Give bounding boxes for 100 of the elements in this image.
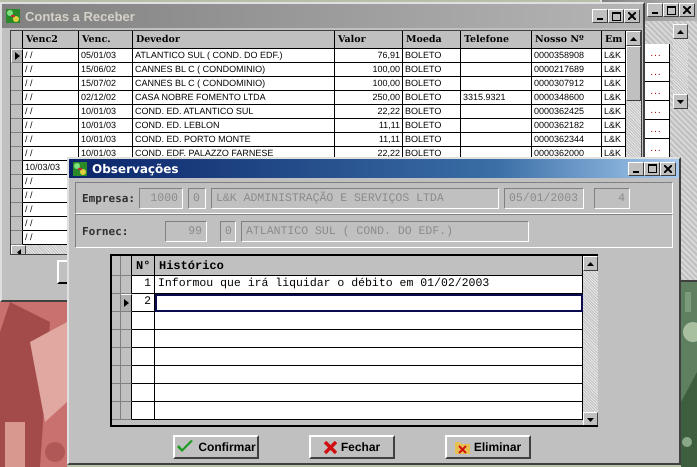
row-indicator[interactable] [11, 175, 23, 189]
scrollbar[interactable] [673, 24, 688, 109]
table-cell: 05/01/03 [79, 49, 133, 63]
table-cell: 11,11 [335, 133, 403, 147]
column-header[interactable]: Histórico [155, 256, 583, 276]
row-indicator[interactable] [121, 276, 132, 294]
close-button[interactable]: Fechar [309, 435, 395, 459]
table-cell [132, 330, 155, 348]
window-title: Contas a Receber [25, 8, 136, 24]
confirm-button[interactable]: Confirmar [173, 435, 259, 459]
minimize-icon [597, 18, 603, 20]
table-cell: 0000362425 [532, 105, 602, 119]
table-cell: COND. ED. ATLANTICO SUL [133, 105, 335, 119]
minimize-icon [633, 170, 639, 172]
row-indicator[interactable] [11, 77, 23, 91]
row-indicator [121, 312, 132, 330]
table-cell: 0000348600 [532, 91, 602, 105]
close-button[interactable] [660, 162, 676, 176]
row-pointer-icon [14, 52, 20, 60]
column-header[interactable]: Nosso Nº [532, 31, 602, 49]
row-indicator[interactable] [11, 63, 23, 77]
maximize-button[interactable] [644, 162, 660, 176]
empresa-label: Empresa: [82, 192, 134, 204]
close-button[interactable] [679, 3, 695, 17]
table-cell: 0000362182 [532, 119, 602, 133]
row-indicator[interactable] [11, 105, 23, 119]
row-indicator[interactable] [11, 147, 23, 161]
dialog-title: Observações [92, 162, 180, 176]
column-header[interactable]: Telefone [461, 31, 532, 49]
minimize-icon [652, 12, 658, 14]
table-cell: BOLETO [403, 105, 461, 119]
row-indicator [121, 402, 132, 420]
minimize-button[interactable] [647, 3, 663, 17]
table-cell [132, 366, 155, 384]
table-cell: COND. ED. PORTO MONTE [133, 133, 335, 147]
history-cell[interactable]: Informou que irá liquidar o débito em 01/02/2003 [155, 276, 583, 294]
table-cell: 15/07/02 [79, 77, 133, 91]
delete-button[interactable]: Eliminar [445, 435, 531, 459]
maximize-button[interactable] [608, 9, 624, 23]
table-cell: BOLETO [403, 119, 461, 133]
row-indicator[interactable] [11, 231, 23, 245]
minimize-button[interactable] [628, 162, 644, 176]
table-cell: / / [23, 49, 79, 63]
table-cell: 0000358908 [532, 49, 602, 63]
table-cell: 2 [132, 294, 155, 312]
table-cell [461, 119, 532, 133]
table-cell: 15/06/02 [79, 63, 133, 77]
check-icon [176, 440, 194, 454]
column-header[interactable]: Devedor [133, 31, 335, 49]
table-cell: CANNES BL C ( CONDOMINIO) [133, 63, 335, 77]
row-indicator[interactable] [11, 161, 23, 175]
column-header[interactable]: Venc. [79, 31, 133, 49]
table-cell: / / [23, 63, 79, 77]
table-cell: 250,00 [335, 91, 403, 105]
table-cell: CANNES BL C ( CONDOMINIO) [133, 77, 335, 91]
table-cell [461, 133, 532, 147]
table-cell [461, 77, 532, 91]
footer-button[interactable] [57, 260, 68, 284]
table-cell: L&K [602, 49, 626, 63]
column-header[interactable]: Em [602, 31, 626, 49]
table-cell [132, 312, 155, 330]
close-button[interactable] [624, 9, 640, 23]
table-cell: / / [23, 119, 79, 133]
column-header[interactable]: Valor [335, 31, 403, 49]
table-cell: L&K [602, 133, 626, 147]
table-cell: BOLETO [403, 77, 461, 91]
row-indicator[interactable] [11, 133, 23, 147]
maximize-button[interactable] [663, 3, 679, 17]
column-header[interactable]: N° [132, 256, 155, 276]
maximize-icon [666, 6, 676, 14]
row-indicator[interactable] [11, 189, 23, 203]
table-cell: BOLETO [403, 63, 461, 77]
scrollbar[interactable] [583, 256, 598, 425]
row-indicator [121, 330, 132, 348]
table-cell: ATLANTICO SUL ( COND. DO EDF.) [133, 49, 335, 63]
table-cell: 0000362344 [532, 133, 602, 147]
table-cell: 02/12/02 [79, 91, 133, 105]
row-indicator[interactable] [11, 217, 23, 231]
row-indicator[interactable] [11, 203, 23, 217]
table-cell: 22,22 [335, 105, 403, 119]
minimize-button[interactable] [592, 9, 608, 23]
down-arrow-icon [677, 100, 684, 104]
row-pointer-icon [124, 299, 128, 307]
table-cell: 76,91 [335, 49, 403, 63]
table-cell: 100,00 [335, 77, 403, 91]
column-header[interactable]: Venc2 [23, 31, 79, 49]
table-cell [461, 49, 532, 63]
column-header[interactable]: Moeda [403, 31, 461, 49]
table-cell: L&K [602, 63, 626, 77]
table-cell: BOLETO [403, 49, 461, 63]
table-cell: 10/01/03 [79, 119, 133, 133]
row-indicator[interactable] [11, 119, 23, 133]
table-cell: 0000307912 [532, 77, 602, 91]
table-cell: 3315.9321 [461, 91, 532, 105]
table-cell: L&K [602, 105, 626, 119]
row-indicator[interactable] [11, 91, 23, 105]
history-cell[interactable] [155, 294, 583, 312]
table-cell: 1 [132, 276, 155, 294]
row-indicator [121, 384, 132, 402]
up-arrow-icon [677, 30, 684, 34]
